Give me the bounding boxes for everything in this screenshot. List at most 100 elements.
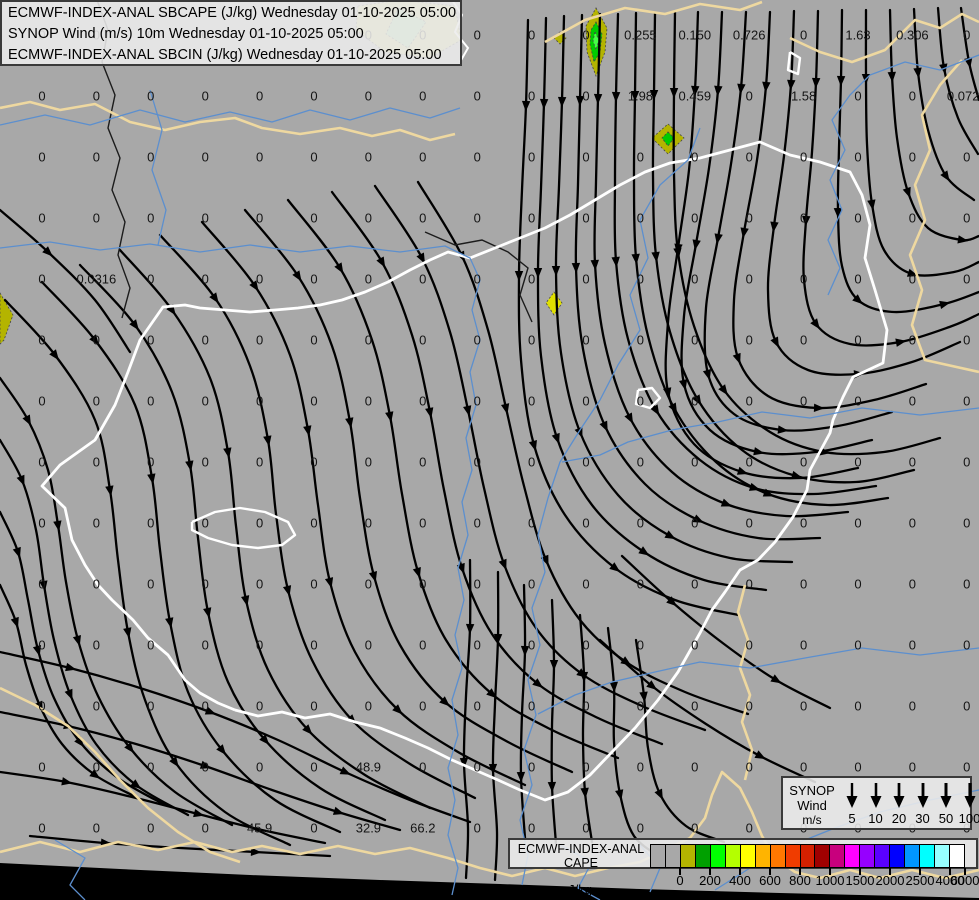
wind-streamline — [574, 13, 822, 541]
streamline-arrowhead-icon — [692, 514, 704, 523]
cape-tick-label: 1500 — [845, 873, 875, 888]
streamline-arrowhead-icon — [836, 75, 846, 87]
wind-streamline — [651, 11, 916, 484]
wind-down-arrow-icon — [917, 783, 928, 808]
streamline-arrowhead-icon — [714, 233, 723, 245]
title-box: ECMWF-INDEX-ANAL SBCAPE (J/kg) Wednesday… — [0, 0, 462, 66]
streamline-arrowhead-icon — [339, 766, 351, 775]
streamline-arrowhead-icon — [599, 420, 608, 432]
hungary-border — [40, 140, 889, 802]
wind-streamline — [550, 598, 558, 846]
country-border — [0, 100, 456, 142]
cape-legend: ECMWF-INDEX-ANAL CAPE J/kg 0 200 400 600 800… — [508, 838, 979, 897]
wind-streamline — [606, 626, 664, 860]
streamline-arrowhead-icon — [385, 411, 394, 423]
streamline-arrowhead-icon — [753, 447, 765, 456]
streamline-arrowhead-icon — [736, 466, 749, 475]
cape-color-swatch — [739, 844, 755, 868]
cape-color-swatch — [829, 844, 845, 868]
title-line-sbcape: ECMWF-INDEX-ANAL SBCAPE (J/kg) Wednesday… — [8, 5, 457, 21]
streamline-arrowhead-icon — [754, 750, 766, 760]
streamline-arrowhead-icon — [303, 425, 312, 437]
streamline-arrowhead-icon — [718, 384, 728, 396]
streamline-arrowhead-icon — [539, 98, 549, 110]
cape-legend-subtitle: CAPE — [563, 856, 599, 870]
streamline-arrowhead-icon — [630, 90, 640, 102]
wind-streamline — [836, 8, 979, 314]
streamline-arrowhead-icon — [147, 473, 156, 485]
lake-outline — [634, 386, 662, 410]
streamline-arrowhead-icon — [811, 77, 821, 89]
streamline-arrowhead-icon — [624, 412, 634, 424]
streamline-arrowhead-icon — [61, 777, 73, 786]
cape-spot — [545, 291, 563, 316]
wind-speed-label: 50 — [938, 811, 954, 826]
lake-outline — [786, 50, 802, 76]
wind-streamline — [78, 263, 387, 822]
wind-streamline — [286, 198, 620, 760]
cape-tick-label: 400 — [729, 873, 751, 888]
wind-streamline — [0, 376, 234, 827]
streamline-arrowhead-icon — [292, 270, 302, 282]
cape-color-swatch — [844, 844, 860, 868]
wind-streamline — [519, 583, 527, 840]
streamline-arrowhead-icon — [332, 806, 345, 815]
streamline-arrowhead-icon — [165, 617, 174, 629]
cape-color-swatch — [799, 844, 815, 868]
streamline-arrowhead-icon — [867, 199, 876, 211]
streamline-arrowhead-icon — [802, 215, 811, 227]
cape-tick-label: 6000 — [950, 873, 979, 888]
cape-color-swatch — [814, 844, 830, 868]
cape-color-swatch — [769, 844, 785, 868]
cape-color-swatch — [889, 844, 905, 868]
streamline-arrowhead-icon — [204, 706, 217, 715]
streamline-arrowhead-icon — [412, 566, 421, 579]
streamline-arrowhead-icon — [368, 571, 378, 583]
streamline-arrowhead-icon — [702, 369, 712, 381]
wind-down-arrow-icon — [893, 783, 905, 808]
streamline-arrowhead-icon — [521, 100, 531, 112]
cape-color-swatch — [859, 844, 875, 868]
cape-color-swatch — [679, 844, 695, 868]
wind-streamline — [491, 570, 500, 882]
cape-tick-label: 0 — [676, 873, 684, 888]
cape-color-swatch — [724, 844, 740, 868]
wind-streamline — [578, 613, 594, 844]
streamline-arrowhead-icon — [669, 87, 679, 99]
streamline-arrowhead-icon — [895, 338, 907, 347]
streamline-arrowhead-icon — [223, 447, 232, 459]
streamline-arrowhead-icon — [692, 394, 702, 406]
streamline-arrowhead-icon — [32, 645, 42, 657]
country-border — [544, 0, 763, 44]
streamline-arrowhead-icon — [249, 280, 259, 292]
country-border — [908, 59, 979, 374]
cape-color-swatch — [949, 844, 966, 868]
streamline-arrowhead-icon — [611, 91, 621, 103]
streamline-arrowhead-icon — [199, 760, 212, 769]
streamline-arrowhead-icon — [16, 474, 25, 487]
cape-legend-title: ECMWF-INDEX-ANAL — [517, 842, 645, 856]
streamline-arrowhead-icon — [528, 440, 537, 452]
wind-speed-label: 20 — [891, 811, 907, 826]
streamline-arrowhead-icon — [105, 485, 114, 497]
streamline-arrowhead-icon — [547, 781, 557, 793]
cape-color-swatch — [919, 844, 935, 868]
wind-legend-subtitle: Wind — [797, 798, 827, 813]
wind-streamline — [0, 208, 132, 354]
cape-tick-label: 1000 — [815, 873, 845, 888]
streamline-arrowhead-icon — [638, 546, 650, 556]
streamline-arrowhead-icon — [557, 96, 567, 108]
cape-color-swatch — [934, 844, 950, 868]
streamline-arrowhead-icon — [551, 265, 561, 277]
streamline-arrowhead-icon — [64, 688, 73, 701]
streamline-arrowhead-icon — [940, 170, 950, 182]
streamline-arrowhead-icon — [39, 580, 48, 592]
streamline-arrowhead-icon — [691, 85, 700, 97]
streamline-arrowhead-icon — [887, 71, 896, 83]
cape-tick-label: 600 — [759, 873, 781, 888]
river — [0, 107, 461, 126]
streamline-arrowhead-icon — [664, 530, 676, 540]
cape-color-swatch — [784, 844, 800, 868]
streamline-arrowhead-icon — [185, 460, 194, 472]
streamline-arrowhead-icon — [740, 227, 749, 239]
